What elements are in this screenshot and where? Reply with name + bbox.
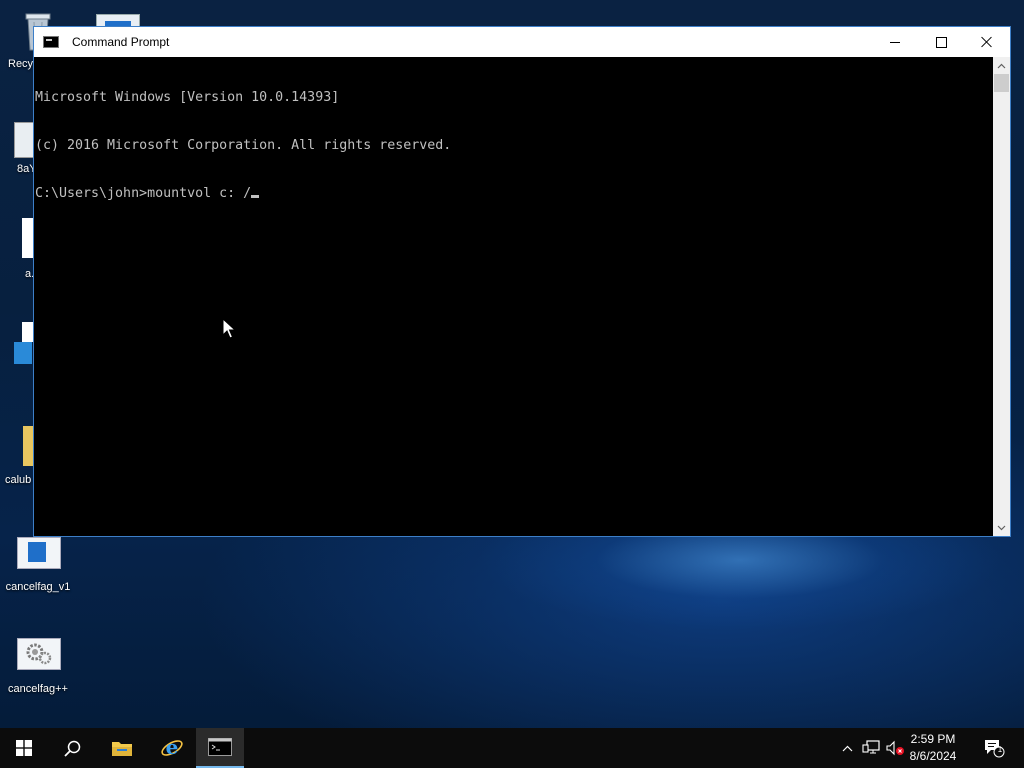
action-center-button[interactable]: 1 bbox=[976, 728, 1012, 768]
vertical-scrollbar[interactable] bbox=[993, 57, 1010, 536]
desktop-icon-label: cancelfag_v1 bbox=[5, 581, 71, 593]
start-button[interactable] bbox=[0, 728, 48, 768]
command-prompt-taskbar-button[interactable] bbox=[196, 728, 244, 768]
desktop-icon-cancelfag-v1[interactable]: cancelfag_v1 bbox=[0, 537, 76, 593]
desktop-icon-cancelfag-plusplus[interactable]: cancelfag++ bbox=[0, 638, 76, 695]
window-title: Command Prompt bbox=[72, 35, 170, 49]
network-button[interactable] bbox=[860, 728, 882, 768]
chevron-up-icon bbox=[997, 63, 1006, 68]
console-app-icon bbox=[208, 738, 232, 756]
scroll-down-button[interactable] bbox=[993, 519, 1010, 536]
text-cursor bbox=[251, 195, 260, 198]
scroll-up-button[interactable] bbox=[993, 57, 1010, 74]
maximize-icon bbox=[935, 36, 947, 48]
console-app-icon bbox=[43, 36, 59, 48]
search-icon bbox=[63, 740, 80, 757]
windows-logo-icon bbox=[16, 740, 32, 756]
internet-explorer-icon: e bbox=[161, 736, 183, 759]
file-explorer-button[interactable] bbox=[98, 728, 146, 768]
folder-icon bbox=[112, 742, 132, 756]
maximize-button[interactable] bbox=[918, 27, 964, 57]
system-clock[interactable]: 2:59 PM 8/6/2024 bbox=[902, 731, 964, 765]
search-button[interactable] bbox=[48, 728, 96, 768]
desktop-icon-label: cancelfag++ bbox=[8, 683, 68, 695]
svg-text:e: e bbox=[166, 736, 179, 759]
chevron-up-icon bbox=[842, 745, 852, 751]
show-hidden-icons-button[interactable] bbox=[838, 728, 856, 768]
command-prompt-window[interactable]: Command Prompt Microsoft Windows [Versio… bbox=[33, 26, 1011, 537]
app-package-icon bbox=[14, 322, 34, 366]
gears-app-icon bbox=[26, 643, 52, 665]
internet-explorer-button[interactable]: e bbox=[148, 728, 196, 768]
mouse-pointer-icon bbox=[222, 318, 236, 339]
console-input-line[interactable]: C:\Users\john>mountvol c: / bbox=[35, 186, 251, 201]
title-bar[interactable]: Command Prompt bbox=[34, 27, 1010, 57]
minimize-icon bbox=[890, 41, 900, 43]
folder-icon bbox=[23, 426, 33, 466]
minimize-button[interactable] bbox=[872, 27, 918, 57]
console-output[interactable]: Microsoft Windows [Version 10.0.14393] (… bbox=[34, 57, 993, 536]
close-button[interactable] bbox=[964, 27, 1010, 57]
scroll-thumb[interactable] bbox=[994, 74, 1009, 92]
clock-date: 8/6/2024 bbox=[909, 749, 957, 763]
close-icon bbox=[981, 36, 993, 48]
console-line: (c) 2016 Microsoft Corporation. All righ… bbox=[35, 138, 452, 153]
chevron-down-icon bbox=[997, 525, 1006, 530]
notification-count-badge: 1 bbox=[997, 745, 1003, 754]
window-app-icon bbox=[28, 542, 46, 562]
network-icon bbox=[862, 740, 880, 754]
taskbar: e 2:59 PM 8/6/2024 1 bbox=[0, 728, 1024, 768]
console-line: Microsoft Windows [Version 10.0.14393] bbox=[35, 90, 340, 105]
clock-time: 2:59 PM bbox=[910, 732, 956, 746]
